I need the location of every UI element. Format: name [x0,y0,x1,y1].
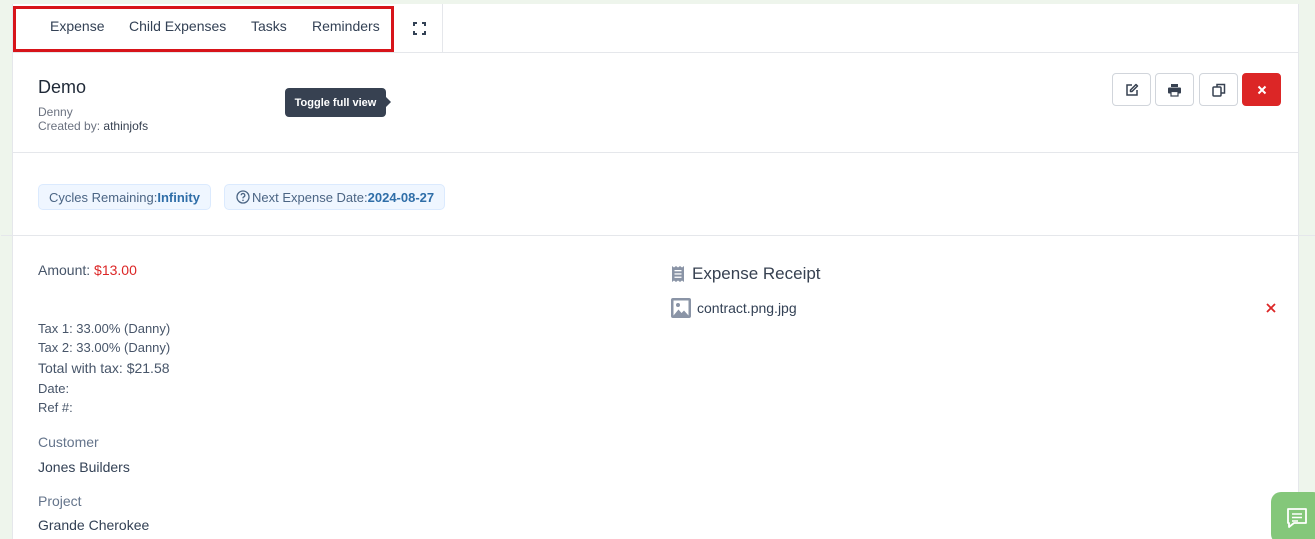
expense-name: Denny [38,105,73,119]
section-divider [1,235,1315,236]
expand-icon [413,22,426,35]
customer-value[interactable]: Jones Builders [38,459,130,475]
tab-tasks[interactable]: Tasks [251,18,287,34]
ref-label: Ref #: [38,400,73,415]
created-by-value: athinjofs [103,119,149,133]
tooltip: Toggle full view [285,88,386,117]
page-title: Demo [38,77,87,97]
amount-label: Amount: [38,262,91,278]
divider [13,152,1298,153]
project-value[interactable]: Grande Cherokee [38,517,149,533]
receipt-icon [672,266,684,282]
created-by-label: Created by: [38,119,101,133]
date-label: Date: [38,381,70,396]
expense-receipt-heading: Expense Receipt [671,264,821,284]
next-expense-value: 2024-08-27 [367,189,435,205]
chat-icon [1287,508,1307,528]
project-label: Project [38,493,82,509]
delete-button[interactable] [1242,73,1281,106]
image-file-icon [671,298,691,318]
copy-icon [1211,83,1225,97]
tab-reminders[interactable]: Reminders [312,18,380,34]
expense-panel: Expense Child Expenses Tasks Reminders D… [1,4,1315,539]
question-circle-icon [236,190,250,204]
receipt-file-link[interactable]: contract.png.jpg [671,298,797,318]
print-icon [1168,83,1181,97]
cycles-label: Cycles Remaining: [49,189,158,205]
next-expense-label: Next Expense Date: [252,189,368,205]
cycles-remaining-badge: Cycles Remaining: Infinity [38,184,211,210]
expense-subtitle: Denny Created by: athinjofs [38,105,148,133]
tax-2: Tax 2: 33.00% (Danny) [38,340,171,355]
print-button[interactable] [1155,73,1194,106]
close-icon [1266,303,1276,313]
toggle-full-view-button[interactable] [397,4,443,53]
tooltip-arrow [386,97,391,107]
tax-1: Tax 1: 33.00% (Danny) [38,321,171,336]
edit-button[interactable] [1112,73,1151,106]
next-expense-date-badge: Next Expense Date: 2024-08-27 [224,184,446,210]
remove-receipt-button[interactable] [1266,300,1276,318]
amount: Amount: $13.00 [38,262,137,278]
tab-expense[interactable]: Expense [50,18,104,34]
tab-child-expenses[interactable]: Child Expenses [129,18,226,34]
created-by: Created by: athinjofs [38,119,148,133]
receipt-file-name: contract.png.jpg [697,300,797,316]
customer-label: Customer [38,434,99,450]
tabs-bar: Expense Child Expenses Tasks Reminders [13,4,1298,53]
receipt-title: Expense Receipt [692,264,821,283]
close-icon [1257,85,1266,94]
chat-button[interactable] [1271,492,1315,539]
edit-icon [1125,83,1138,96]
cycles-value: Infinity [157,189,200,205]
copy-button[interactable] [1199,73,1238,106]
total-with-tax: Total with tax: $21.58 [38,360,170,376]
amount-value: $13.00 [94,262,137,278]
